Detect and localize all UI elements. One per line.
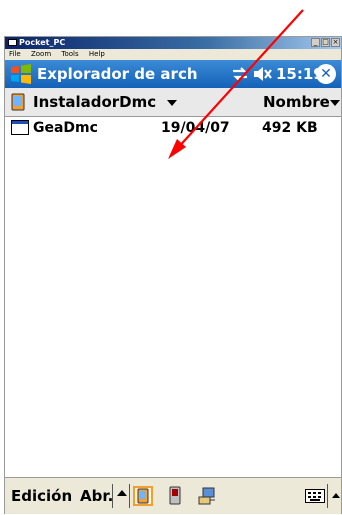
- menu-bar: File Zoom Tools Help: [5, 49, 341, 60]
- file-date: 19/04/07: [161, 120, 230, 136]
- window-title: Pocket_PC: [19, 38, 66, 47]
- menu-help[interactable]: Help: [89, 50, 105, 58]
- minimize-button[interactable]: _: [311, 38, 320, 47]
- network-icon[interactable]: [197, 486, 217, 506]
- device-folder-icon: [11, 93, 25, 111]
- app-icon: [8, 39, 17, 46]
- maximize-button[interactable]: □: [321, 38, 330, 47]
- storage-card-icon[interactable]: [167, 486, 187, 506]
- file-row[interactable]: GeaDmc 19/04/07 492 KB: [5, 117, 341, 139]
- close-button[interactable]: ×: [331, 38, 340, 47]
- close-circle-icon[interactable]: ✕: [316, 64, 336, 84]
- command-bar: Edición Abr.: [5, 477, 341, 514]
- window-titlebar: Pocket_PC _ □ ×: [5, 37, 341, 49]
- menu-file[interactable]: File: [9, 50, 21, 58]
- separator: [129, 484, 130, 508]
- folder-header: InstaladorDmc Nombre: [5, 88, 341, 117]
- window-controls: _ □ ×: [311, 38, 340, 47]
- separator: [327, 484, 328, 508]
- menu-zoom[interactable]: Zoom: [31, 50, 51, 58]
- edit-menu-button[interactable]: Edición: [11, 478, 72, 514]
- device-icon[interactable]: [133, 486, 153, 506]
- file-size: 492 KB: [262, 120, 318, 136]
- connectivity-icon[interactable]: [231, 65, 249, 83]
- menu-tools[interactable]: Tools: [61, 50, 78, 58]
- emulator-window: Pocket_PC _ □ × File Zoom Tools Help Exp…: [4, 36, 342, 514]
- separator: [112, 484, 113, 508]
- app-title[interactable]: Explorador de arch: [37, 60, 198, 88]
- input-panel-toggle-button[interactable]: [332, 493, 340, 498]
- keyboard-icon[interactable]: [305, 489, 325, 503]
- sort-dropdown[interactable]: Nombre: [263, 88, 330, 116]
- application-icon: [11, 120, 29, 135]
- status-icons: [231, 65, 273, 83]
- up-folder-button[interactable]: [117, 490, 127, 496]
- volume-icon[interactable]: [253, 65, 273, 83]
- open-button[interactable]: Abr.: [80, 478, 113, 514]
- start-bar: Explorador de arch 15:19 ✕: [5, 60, 341, 88]
- folder-name-dropdown[interactable]: InstaladorDmc: [33, 88, 156, 116]
- file-name[interactable]: GeaDmc: [33, 117, 98, 139]
- chevron-down-icon[interactable]: [167, 100, 177, 106]
- windows-flag-icon[interactable]: [9, 63, 33, 85]
- sort-chevron-down-icon[interactable]: [330, 100, 340, 106]
